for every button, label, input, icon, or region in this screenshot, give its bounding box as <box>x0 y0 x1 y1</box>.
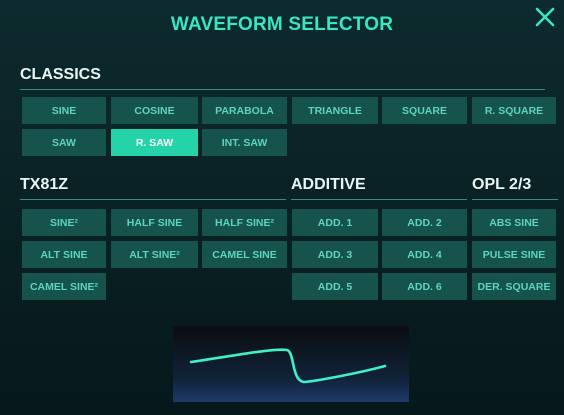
waveform-preview-curve <box>189 348 387 384</box>
waveform-button-alt-sine[interactable]: ALT SINE <box>22 241 106 268</box>
waveform-button-add-4[interactable]: ADD. 4 <box>382 241 467 268</box>
dialog-title: WAVEFORM SELECTOR <box>170 14 394 35</box>
waveform-button-add-6[interactable]: ADD. 6 <box>382 273 467 300</box>
section-divider-additive <box>291 199 467 200</box>
waveform-button-abs-sine[interactable]: ABS SINE <box>472 209 556 236</box>
waveform-button-r-saw[interactable]: R. SAW <box>111 129 198 156</box>
waveform-button-square[interactable]: SQUARE <box>382 97 467 124</box>
waveform-button-sine[interactable]: SINE <box>22 97 106 124</box>
section-title-tx81z: TX81Z <box>20 176 69 193</box>
section-title-opl: OPL 2/3 <box>472 176 532 193</box>
waveform-button-add-1[interactable]: ADD. 1 <box>292 209 378 236</box>
waveform-button-int-saw[interactable]: INT. SAW <box>202 129 287 156</box>
waveform-button-add-5[interactable]: ADD. 5 <box>292 273 378 300</box>
waveform-button-triangle[interactable]: TRIANGLE <box>292 97 378 124</box>
waveform-button-add-2[interactable]: ADD. 2 <box>382 209 467 236</box>
waveform-button-sine-squared[interactable]: SINE² <box>22 209 106 236</box>
waveform-button-cosine[interactable]: COSINE <box>111 97 198 124</box>
waveform-button-half-sine[interactable]: HALF SINE <box>111 209 198 236</box>
section-divider-opl <box>472 199 558 200</box>
section-divider-tx81z <box>20 199 286 200</box>
close-icon[interactable] <box>534 6 556 28</box>
waveform-preview <box>173 326 409 402</box>
waveform-button-camel-sine-squared[interactable]: CAMEL SINE² <box>22 273 106 300</box>
waveform-button-r-square[interactable]: R. SQUARE <box>472 97 556 124</box>
waveform-button-half-sine-squared[interactable]: HALF SINE² <box>202 209 287 236</box>
waveform-button-alt-sine-squared[interactable]: ALT SINE² <box>111 241 198 268</box>
waveform-button-der-square[interactable]: DER. SQUARE <box>472 273 556 300</box>
waveform-button-pulse-sine[interactable]: PULSE SINE <box>472 241 556 268</box>
section-title-additive: ADDITIVE <box>291 176 366 193</box>
section-divider-classics <box>20 89 545 90</box>
waveform-button-parabola[interactable]: PARABOLA <box>202 97 287 124</box>
section-title-classics: CLASSICS <box>20 66 101 83</box>
waveform-button-saw[interactable]: SAW <box>22 129 106 156</box>
waveform-button-camel-sine[interactable]: CAMEL SINE <box>202 241 287 268</box>
waveform-button-add-3[interactable]: ADD. 3 <box>292 241 378 268</box>
